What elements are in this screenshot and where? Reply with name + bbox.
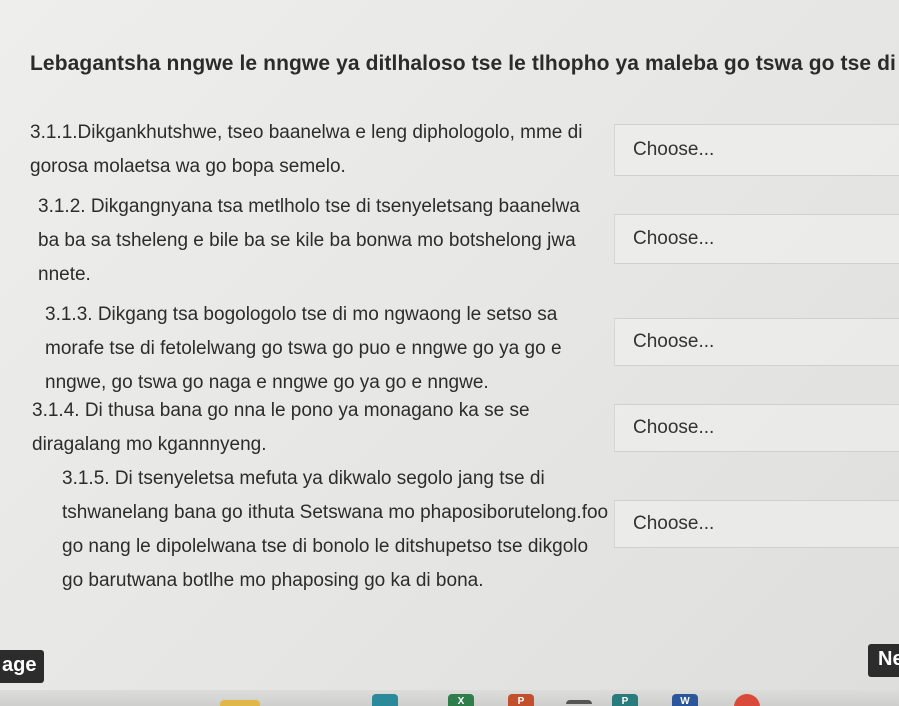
question-line: 3.1.2. Dikgangnyana tsa metlholo tse di … [38,196,580,217]
instruction-text: Lebagantsha nngwe le nngwe ya ditlhaloso… [30,52,899,75]
publisher-icon[interactable]: P [612,694,638,706]
select-value: Choose... [633,228,715,249]
question-line: 3.1.5. Di tsenyeletsa mefuta ya dikwalo … [62,468,545,489]
word-glyph: W [680,696,690,706]
question-line: morafe tse di fetolelwang go tswa go puo… [45,338,562,359]
question-line: gorosa molaetsa wa go bopa semelo. [30,156,346,177]
question-3-1-5: 3.1.5. Di tsenyeletsa mefuta ya dikwalo … [62,462,608,598]
question-3-1-2: 3.1.2. Dikgangnyana tsa metlholo tse di … [38,190,580,292]
chrome-icon[interactable] [734,694,760,706]
answer-select-3-1-4[interactable]: Choose... [614,404,899,452]
next-page-button[interactable]: Ne [868,644,899,677]
select-value: Choose... [633,417,715,438]
previous-page-button[interactable]: age [0,650,45,683]
folder-icon[interactable] [220,700,260,706]
word-icon[interactable]: W [672,694,698,706]
question-line: 3.1.1.Dikgankhutshwe, tseo baanelwa e le… [30,122,583,143]
answer-select-3-1-3[interactable]: Choose... [614,318,899,366]
question-line: nnete. [38,264,91,285]
publisher-glyph: P [621,696,629,706]
question-line: go nang le dipolelwana tse di bonolo le … [62,536,589,557]
question-3-1-4: 3.1.4. Di thusa bana go nna le pono ya m… [32,394,530,462]
app-icon[interactable] [566,700,592,704]
question-line: go barutwana botlhe mo phaposing go ka d… [62,570,484,591]
answer-select-3-1-1[interactable]: Choose... [614,124,899,176]
question-line: 3.1.3. Dikgang tsa bogologolo tse di mo … [45,304,558,325]
excel-icon[interactable]: X [448,694,474,706]
taskbar: X P P W [0,690,899,706]
browser-icon[interactable] [372,694,398,706]
excel-glyph: X [457,696,465,706]
select-value: Choose... [633,513,715,534]
powerpoint-icon[interactable]: P [508,694,534,706]
question-line: ba ba sa tsheleng e bile ba se kile ba b… [38,230,576,251]
quiz-page: Lebagantsha nngwe le nngwe ya ditlhaloso… [0,0,899,706]
powerpoint-glyph: P [517,696,525,706]
question-line: diragalang mo kgannnyeng. [32,434,267,455]
question-3-1-3: 3.1.3. Dikgang tsa bogologolo tse di mo … [45,298,562,400]
question-line: 3.1.4. Di thusa bana go nna le pono ya m… [32,400,530,421]
answer-select-3-1-5[interactable]: Choose... [614,500,899,548]
question-3-1-1: 3.1.1.Dikgankhutshwe, tseo baanelwa e le… [30,116,582,184]
select-value: Choose... [633,331,715,352]
answer-select-3-1-2[interactable]: Choose... [614,214,899,264]
select-value: Choose... [633,139,715,160]
question-line: tshwanelang bana go ithuta Setswana mo p… [62,502,609,523]
